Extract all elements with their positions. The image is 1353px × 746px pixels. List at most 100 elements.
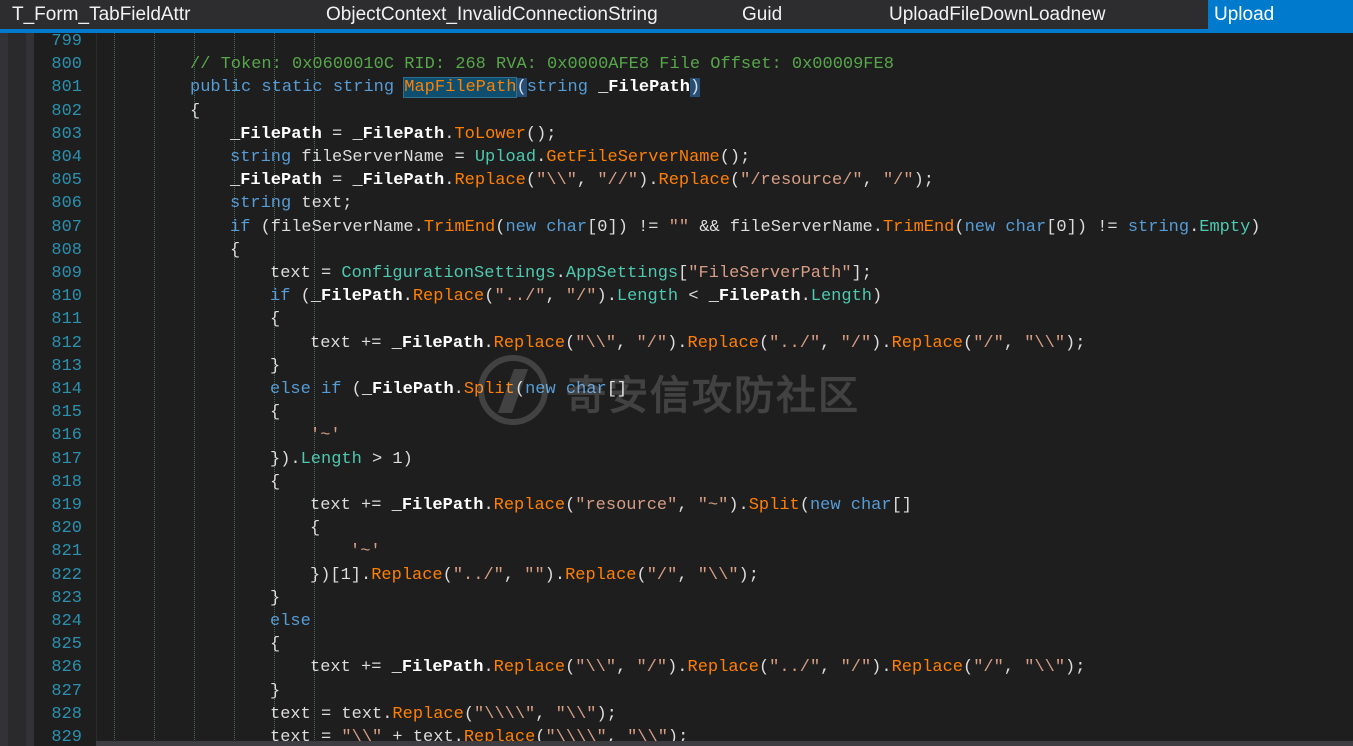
code-editor[interactable]: 799 800 801 802 803 804 805 806 807 808 809 810 811 8… <box>0 33 1353 746</box>
code-token: > 1) <box>361 449 413 469</box>
code-token: ) <box>689 78 701 98</box>
tab-objectcontext-invalidconnectionstring[interactable]: ObjectContext_InvalidConnectionString <box>326 0 658 29</box>
code-token: ( <box>758 333 770 353</box>
code-token: . <box>402 287 413 307</box>
tab-guid[interactable]: Guid <box>742 0 782 29</box>
code-token[interactable]: Split <box>464 380 515 399</box>
code-line[interactable]: }).Length > 1) <box>270 450 413 470</box>
code-token: ); <box>738 565 759 585</box>
code-token[interactable]: Replace <box>494 658 565 677</box>
code-token: _FilePath <box>598 78 690 98</box>
tab-t-form-tabfieldattr[interactable]: T_Form_TabFieldAttr <box>12 0 190 29</box>
code-token: _FilePath <box>352 124 445 144</box>
code-token: , <box>677 496 698 515</box>
code-line[interactable]: text += _FilePath.Replace("\\", "/").Rep… <box>310 658 1085 678</box>
code-token: , <box>616 333 637 353</box>
code-token: string <box>526 78 588 98</box>
code-token[interactable]: Replace <box>413 287 484 306</box>
code-token: ) <box>1250 217 1261 237</box>
code-line[interactable]: _FilePath = _FilePath.Replace("\\", "//"… <box>230 171 934 191</box>
code-token: ]; <box>851 264 872 283</box>
code-token: // Token: 0x0600010C RID: 268 RVA: 0x000… <box>190 55 894 75</box>
code-token: "\\" <box>555 704 597 724</box>
code-token[interactable]: MapFilePath <box>403 77 518 99</box>
code-token: ( <box>729 171 741 191</box>
code-token[interactable]: GetFileServerName <box>546 148 719 167</box>
code-token[interactable]: Replace <box>454 171 525 190</box>
code-token: Length <box>300 449 362 469</box>
code-line[interactable]: else if (_FilePath.Split(new char[] <box>270 380 627 400</box>
code-token[interactable]: Replace <box>371 566 442 585</box>
code-token: , <box>1003 658 1025 678</box>
code-token: ); <box>596 704 617 724</box>
code-line[interactable]: } <box>270 357 280 377</box>
code-line[interactable]: { <box>270 403 280 423</box>
code-token: _FilePath <box>352 171 445 191</box>
code-line[interactable]: text = ConfigurationSettings.AppSettings… <box>270 264 872 284</box>
code-line[interactable]: string fileServerName = Upload.GetFileSe… <box>230 148 750 168</box>
code-line[interactable]: { <box>310 519 320 539</box>
code-line[interactable]: if (fileServerName.TrimEnd(new char[0]) … <box>230 218 1260 238</box>
code-token: char <box>1005 217 1047 237</box>
horizontal-scrollbar[interactable] <box>96 741 1353 746</box>
code-line[interactable]: _FilePath = _FilePath.ToLower(); <box>230 125 557 145</box>
code-line[interactable]: { <box>270 473 280 493</box>
code-line[interactable]: } <box>270 589 280 609</box>
code-line[interactable]: else <box>270 612 311 632</box>
code-line[interactable]: text += _FilePath.Replace("\\", "/").Rep… <box>310 334 1085 354</box>
code-line[interactable]: })[1].Replace("../", "").Replace("/", "\… <box>310 566 759 586</box>
code-line[interactable]: public static string MapFilePath(string … <box>190 77 701 99</box>
code-line[interactable]: '~' <box>310 426 341 446</box>
code-line[interactable]: string text; <box>230 194 352 214</box>
code-token[interactable]: Replace <box>494 496 565 515</box>
tab-uploadfiledownloadnew[interactable]: UploadFileDownLoadnew <box>889 0 1106 29</box>
code-token[interactable]: Replace <box>659 171 730 190</box>
tab-upload[interactable]: Upload <box>1208 0 1353 29</box>
code-token: else <box>270 612 311 631</box>
code-line[interactable]: '~' <box>350 542 381 562</box>
code-token: new <box>809 496 841 515</box>
code-token[interactable]: ToLower <box>454 125 525 144</box>
code-token[interactable]: Split <box>749 496 800 515</box>
code-token: _FilePath <box>310 287 403 307</box>
code-line[interactable]: { <box>270 635 280 655</box>
code-token: ( <box>495 217 506 237</box>
code-line[interactable]: { <box>270 310 280 330</box>
code-token: })[1]. <box>310 565 372 585</box>
code-token[interactable]: Replace <box>494 334 565 353</box>
code-line[interactable]: // Token: 0x0600010C RID: 268 RVA: 0x000… <box>190 55 894 75</box>
code-token: = <box>321 124 353 144</box>
code-token: "../" <box>452 565 504 585</box>
code-lines[interactable]: // Token: 0x0600010C RID: 268 RVA: 0x000… <box>0 33 1353 746</box>
code-line[interactable]: if (_FilePath.Replace("../", "/").Length… <box>270 287 882 307</box>
code-token[interactable]: Replace <box>892 334 963 353</box>
code-token[interactable]: Replace <box>392 705 463 724</box>
code-token[interactable]: Upload <box>475 148 536 167</box>
code-line[interactable]: { <box>190 102 200 122</box>
code-line[interactable]: { <box>230 241 240 261</box>
code-token: _FilePath <box>391 496 484 515</box>
code-token[interactable]: TrimEnd <box>424 218 495 237</box>
code-token[interactable]: Replace <box>565 566 636 585</box>
code-token: ( <box>954 217 965 237</box>
code-line[interactable]: text = text.Replace("\\\\", "\\"); <box>270 705 617 725</box>
code-token: ). <box>638 171 659 191</box>
code-token: }). <box>270 449 301 469</box>
code-token[interactable]: TrimEnd <box>883 218 954 237</box>
code-token[interactable]: Replace <box>892 658 963 677</box>
code-token: ( <box>516 78 527 98</box>
code-token[interactable]: ConfigurationSettings <box>341 264 555 283</box>
code-token: . <box>536 148 547 167</box>
code-token: [0]) != <box>1046 217 1128 237</box>
code-token[interactable]: Replace <box>688 334 759 353</box>
code-token: (); <box>525 124 557 144</box>
code-line[interactable]: } <box>270 682 280 702</box>
code-token: ). <box>544 565 566 585</box>
code-line[interactable]: text += _FilePath.Replace("resource", "~… <box>310 496 912 516</box>
code-token[interactable]: Replace <box>688 658 759 677</box>
code-token: string <box>230 148 292 167</box>
